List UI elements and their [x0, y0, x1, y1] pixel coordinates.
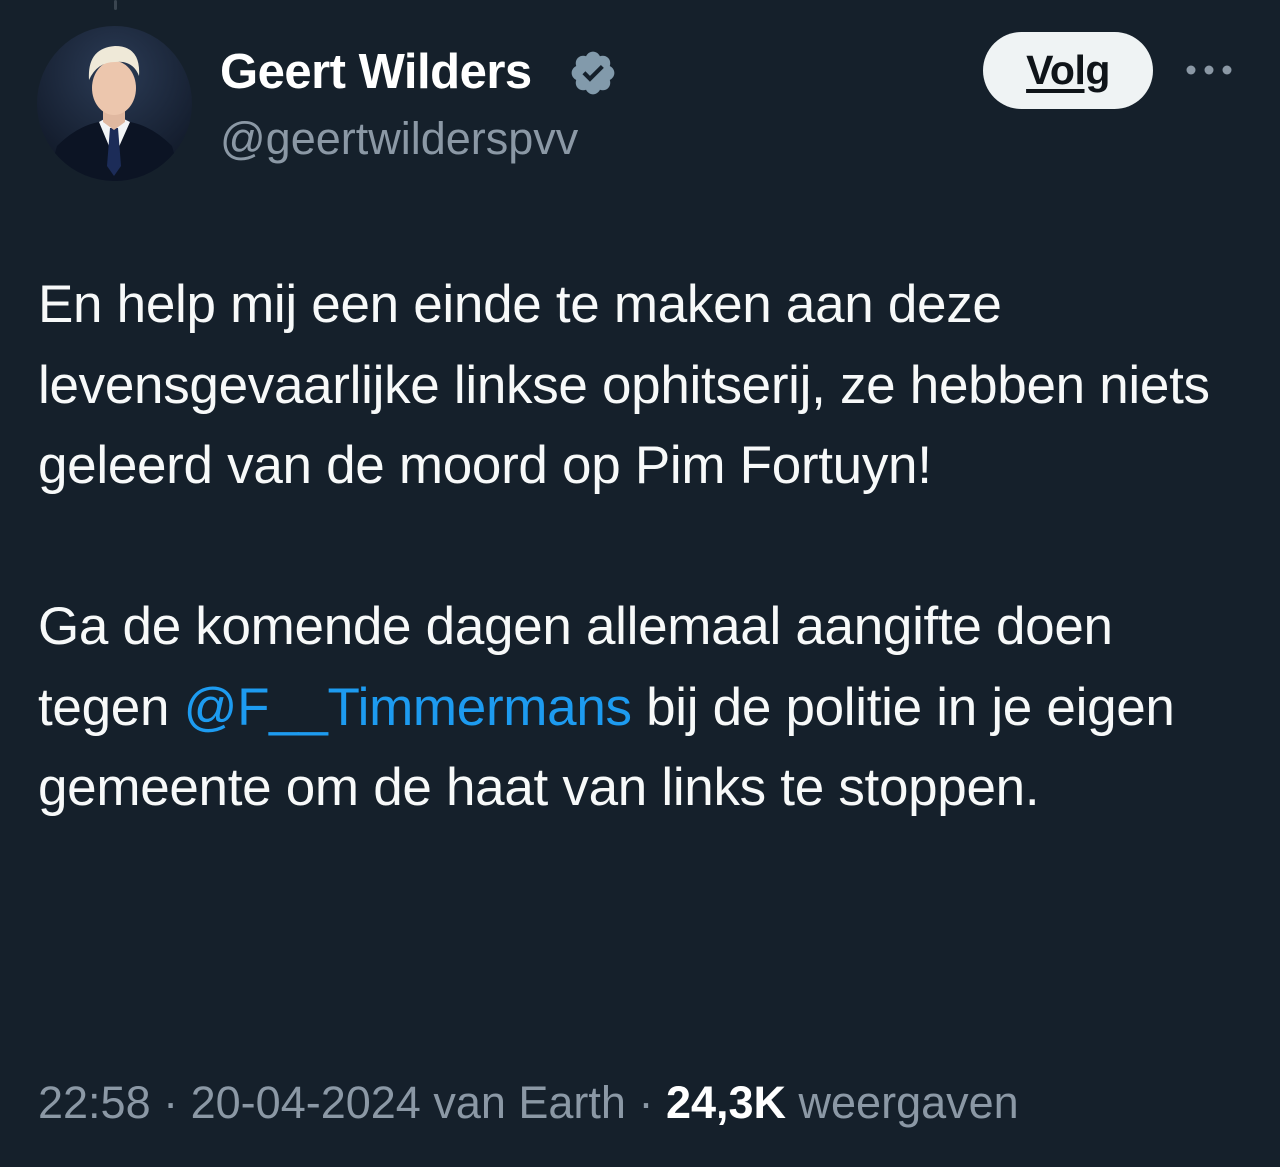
- tweet-source: van Earth: [420, 1077, 626, 1128]
- meta-separator: ·: [150, 1077, 191, 1128]
- author-display-name[interactable]: Geert Wilders: [220, 40, 532, 104]
- views-count: 24,3K: [665, 1077, 787, 1128]
- follow-button[interactable]: Volg: [983, 32, 1153, 109]
- tweet-paragraph-2: Ga de komende dagen allemaal aangifte do…: [38, 587, 1253, 829]
- tweet-detail: Geert Wilders @geertwilderspvv Volg En h…: [0, 0, 1280, 1167]
- more-horizontal-icon[interactable]: [1182, 56, 1236, 84]
- thread-connector-line: [114, 0, 117, 10]
- tweet-metadata: 22:58 · 20-04-2024 van Earth · 24,3K wee…: [38, 1072, 1019, 1134]
- tweet-text: En help mij een einde te maken aan deze …: [38, 265, 1253, 829]
- meta-separator: ·: [625, 1077, 666, 1128]
- author-handle[interactable]: @geertwilderspvv: [220, 110, 578, 168]
- verified-badge-icon: [571, 51, 615, 95]
- mention-link[interactable]: @F__Timmermans: [184, 678, 632, 737]
- views-label: weergaven: [786, 1077, 1019, 1128]
- tweet-time[interactable]: 22:58: [38, 1077, 151, 1128]
- avatar[interactable]: [37, 26, 192, 181]
- tweet-paragraph-1: En help mij een einde te maken aan deze …: [38, 275, 1210, 495]
- tweet-date[interactable]: 20-04-2024: [191, 1077, 421, 1128]
